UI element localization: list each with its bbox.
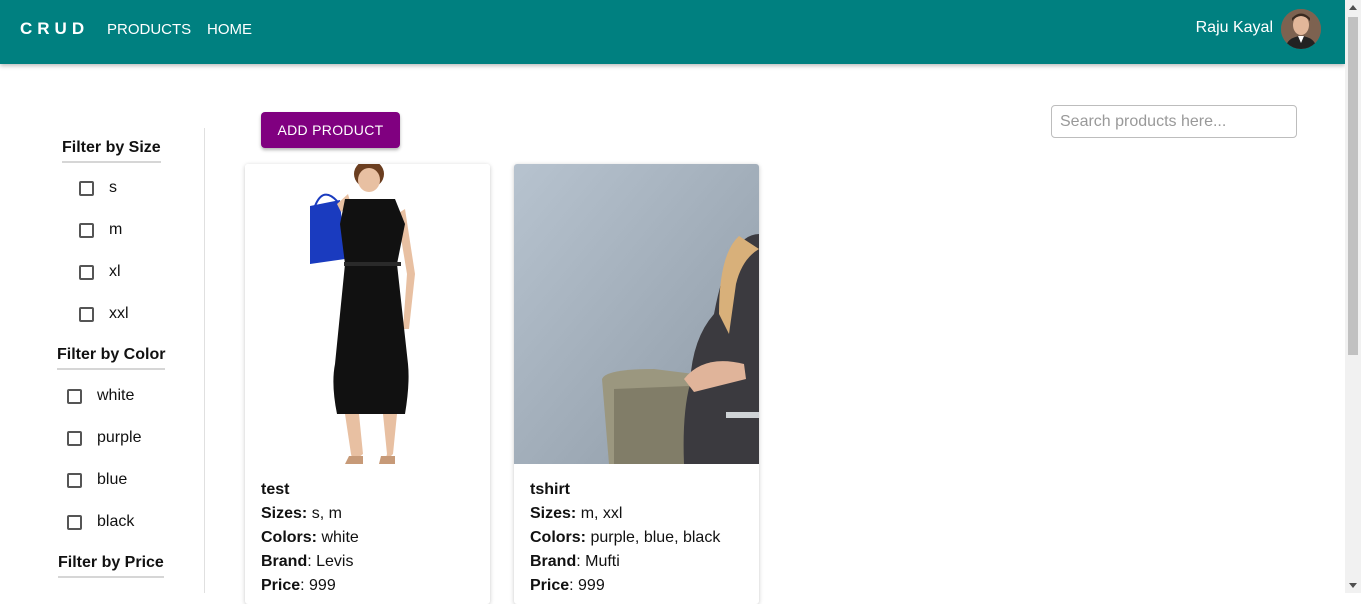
- product-colors: Colors: purple, blue, black: [530, 526, 743, 550]
- product-sizes: Sizes: s, m: [261, 502, 474, 526]
- filter-color-purple[interactable]: purple: [67, 427, 141, 449]
- product-image[interactable]: [245, 164, 490, 464]
- product-card-test[interactable]: test Sizes: s, m Colors: white Brand: Le…: [245, 164, 490, 604]
- app-bar: CRUD PRODUCTS HOME Raju Kayal: [0, 0, 1345, 64]
- product-price: Price: 999: [530, 577, 605, 594]
- product-card-tshirt[interactable]: tshirt Sizes: m, xxl Colors: purple, blu…: [514, 164, 759, 604]
- checkbox[interactable]: [67, 388, 82, 404]
- checkbox[interactable]: [79, 306, 94, 322]
- sizes-label: Sizes:: [261, 505, 308, 522]
- product-title: tshirt: [530, 481, 570, 498]
- product-title: test: [261, 481, 290, 498]
- filter-size-m[interactable]: m: [79, 219, 122, 241]
- user-name: Raju Kayal: [1195, 19, 1273, 36]
- checkbox[interactable]: [79, 222, 94, 238]
- product-brand: Brand: Mufti: [530, 553, 620, 570]
- product-details: tshirt Sizes: m, xxl Colors: purple, blu…: [514, 464, 759, 598]
- checkbox-label: xxl: [109, 305, 129, 322]
- nav-products[interactable]: PRODUCTS: [107, 21, 191, 38]
- filter-size-title: Filter by Size: [62, 139, 161, 163]
- filter-price-title: Filter by Price: [58, 554, 164, 578]
- checkbox-label: black: [97, 513, 135, 530]
- sizes-value: m, xxl: [580, 505, 623, 522]
- filter-color-white[interactable]: white: [67, 385, 134, 407]
- colors-label: Colors:: [261, 529, 317, 546]
- product-sizes: Sizes: m, xxl: [530, 502, 743, 526]
- price-value: 999: [578, 577, 605, 594]
- sizes-label: Sizes:: [530, 505, 577, 522]
- brand-label: Brand: [261, 553, 308, 570]
- product-image[interactable]: [514, 164, 759, 464]
- brand-label: Brand: [530, 553, 577, 570]
- filter-color-blue[interactable]: blue: [67, 469, 127, 491]
- checkbox-label: purple: [97, 429, 142, 446]
- add-product-button[interactable]: ADD PRODUCT: [261, 112, 400, 148]
- avatar-image: [1281, 9, 1321, 49]
- checkbox-label: xl: [109, 263, 121, 280]
- checkbox[interactable]: [79, 264, 94, 280]
- checkbox-label: s: [109, 179, 117, 196]
- checkbox[interactable]: [67, 472, 82, 488]
- scroll-down-arrow-icon[interactable]: [1349, 583, 1357, 588]
- filter-sidebar: Filter by Size s m xl xxl Filter by Colo…: [0, 128, 205, 593]
- brand-value: Mufti: [585, 553, 620, 570]
- checkbox-label: white: [97, 387, 135, 404]
- filter-size-s[interactable]: s: [79, 177, 117, 199]
- checkbox-label: m: [109, 221, 123, 238]
- avatar[interactable]: [1281, 9, 1321, 49]
- scroll-thumb[interactable]: [1348, 17, 1358, 355]
- colors-label: Colors:: [530, 529, 586, 546]
- checkbox[interactable]: [67, 514, 82, 530]
- filter-color-black[interactable]: black: [67, 511, 134, 533]
- checkbox-label: blue: [97, 471, 128, 488]
- vertical-scrollbar[interactable]: [1345, 0, 1361, 593]
- brand-logo[interactable]: CRUD: [20, 19, 89, 39]
- checkbox[interactable]: [67, 430, 82, 446]
- product-price: Price: 999: [261, 577, 336, 594]
- product-colors: Colors: white: [261, 526, 474, 550]
- product-photo-tshirt: [514, 164, 759, 464]
- sizes-value: s, m: [311, 505, 342, 522]
- price-value: 999: [309, 577, 336, 594]
- checkbox[interactable]: [79, 180, 94, 196]
- product-details: test Sizes: s, m Colors: white Brand: Le…: [245, 464, 490, 598]
- filter-size-xl[interactable]: xl: [79, 261, 121, 283]
- price-label: Price: [261, 577, 301, 594]
- product-brand: Brand: Levis: [261, 553, 354, 570]
- colors-value: purple, blue, black: [590, 529, 721, 546]
- filter-color-title: Filter by Color: [57, 346, 166, 370]
- nav-home[interactable]: HOME: [207, 21, 252, 38]
- colors-value: white: [321, 529, 359, 546]
- price-label: Price: [530, 577, 570, 594]
- search-input[interactable]: [1051, 105, 1297, 138]
- scroll-up-arrow-icon[interactable]: [1349, 5, 1357, 10]
- filter-size-xxl[interactable]: xxl: [79, 303, 129, 325]
- product-photo-dress: [245, 164, 490, 464]
- brand-value: Levis: [316, 553, 354, 570]
